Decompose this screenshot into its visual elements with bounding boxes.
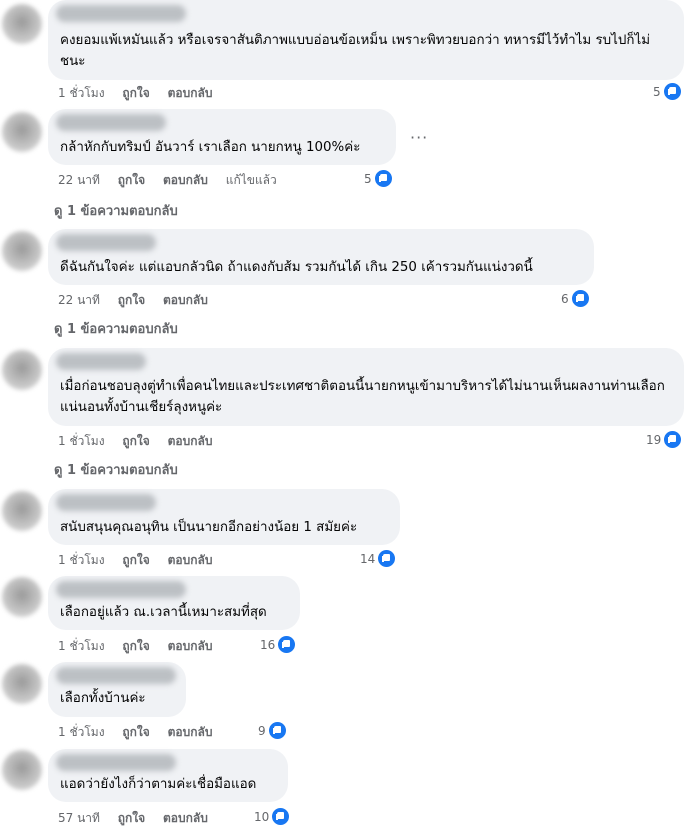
avatar[interactable]	[2, 491, 42, 531]
like-icon	[277, 635, 297, 654]
comment-meta: 22 นาที ถูกใจ ตอบกลับ	[58, 291, 222, 310]
avatar[interactable]	[2, 4, 42, 44]
reaction-count[interactable]: 14	[360, 549, 397, 568]
avatar[interactable]	[2, 577, 42, 617]
comment-meta: 57 นาที ถูกใจ ตอบกลับ	[58, 809, 222, 828]
reply-link[interactable]: ตอบกลับ	[163, 293, 208, 307]
comment-text: แอดว่ายังไงก็ว่าตามค่ะเชื่อมือแอด	[60, 777, 257, 792]
more-options-icon[interactable]: ···	[410, 128, 428, 147]
avatar[interactable]	[2, 112, 42, 152]
comment-time[interactable]: 57 นาที	[58, 811, 100, 825]
comment-text: กล้าหักกับทริมป์ อันวาร์ เราเลือก นายกหน…	[60, 140, 361, 155]
comment-bubble: แอดว่ายังไงก็ว่าตามค่ะเชื่อมือแอด	[48, 749, 288, 802]
reply-link[interactable]: ตอบกลับ	[168, 86, 213, 100]
like-icon	[377, 549, 397, 568]
comment-bubble: เมื่อก่อนชอบลุงตู่ทำเพื่อคนไทยและประเทศช…	[48, 348, 684, 426]
comment-bubble: สนับสนุนคุณอนุทิน เป็นนายกอีกอย่างน้อย 1…	[48, 489, 400, 545]
comment-meta: 1 ชั่วโมง ถูกใจ ตอบกลับ	[58, 432, 226, 451]
commenter-name-blurred[interactable]	[56, 234, 156, 251]
commenter-name-blurred[interactable]	[56, 114, 166, 131]
like-link[interactable]: ถูกใจ	[122, 434, 149, 448]
view-replies-link[interactable]: ดู 1 ข้อความตอบกลับ	[54, 318, 178, 339]
commenter-name-blurred[interactable]	[56, 494, 156, 511]
comment-time[interactable]: 1 ชั่วโมง	[58, 434, 105, 448]
view-replies-link[interactable]: ดู 1 ข้อความตอบกลับ	[54, 200, 178, 221]
comment-bubble: กล้าหักกับทริมป์ อันวาร์ เราเลือก นายกหน…	[48, 109, 396, 165]
commenter-name-blurred[interactable]	[56, 754, 176, 771]
like-link[interactable]: ถูกใจ	[118, 811, 145, 825]
reaction-count[interactable]: 19	[646, 430, 683, 449]
commenter-name-blurred[interactable]	[56, 667, 176, 684]
comment-text: คงยอมแพ้เหมันแล้ว หรือเจรจาสันติภาพแบบอ่…	[60, 33, 651, 69]
comment-time[interactable]: 1 ชั่วโมง	[58, 725, 105, 739]
comment-bubble: ดีฉันกันใจค่ะ แต่แอบกลัวนิด ถ้าแดงกับส้ม…	[48, 229, 594, 285]
like-icon	[570, 289, 590, 308]
avatar[interactable]	[2, 350, 42, 390]
comment-time[interactable]: 1 ชั่วโมง	[58, 553, 105, 567]
like-icon	[267, 721, 287, 740]
like-link[interactable]: ถูกใจ	[118, 173, 145, 187]
reply-link[interactable]: ตอบกลับ	[168, 434, 213, 448]
comment-bubble: เลือกทั้งบ้านค่ะ	[48, 662, 186, 717]
comment-text: เลือกทั้งบ้านค่ะ	[60, 691, 146, 706]
comment-time[interactable]: 1 ชั่วโมง	[58, 86, 105, 100]
comment-text: เลือกอยู่แล้ว ณ.เวลานี้เหมาะสมที่สุด	[60, 605, 267, 620]
comment-bubble: คงยอมแพ้เหมันแล้ว หรือเจรจาสันติภาพแบบอ่…	[48, 0, 684, 80]
edited-label: แก้ไขแล้ว	[225, 173, 277, 187]
reply-link[interactable]: ตอบกลับ	[163, 173, 208, 187]
like-link[interactable]: ถูกใจ	[122, 553, 149, 567]
like-link[interactable]: ถูกใจ	[122, 86, 149, 100]
comment-meta: 1 ชั่วโมง ถูกใจ ตอบกลับ	[58, 551, 226, 570]
reaction-count[interactable]: 6	[561, 289, 590, 308]
comment-meta: 22 นาที ถูกใจ ตอบกลับ แก้ไขแล้ว	[58, 171, 291, 190]
like-link[interactable]: ถูกใจ	[118, 293, 145, 307]
reaction-count[interactable]: 10	[254, 807, 291, 826]
reaction-count[interactable]: 5	[653, 82, 682, 101]
avatar[interactable]	[2, 750, 42, 790]
comment-text: สนับสนุนคุณอนุทิน เป็นนายกอีกอย่างน้อย 1…	[60, 520, 358, 535]
reply-link[interactable]: ตอบกลับ	[168, 553, 213, 567]
comment-meta: 1 ชั่วโมง ถูกใจ ตอบกลับ	[58, 84, 226, 103]
like-icon	[663, 430, 683, 449]
commenter-name-blurred[interactable]	[56, 5, 186, 22]
avatar[interactable]	[2, 231, 42, 271]
comment-meta: 1 ชั่วโมง ถูกใจ ตอบกลับ	[58, 637, 226, 656]
like-icon	[662, 82, 682, 101]
reaction-count[interactable]: 9	[258, 721, 287, 740]
like-link[interactable]: ถูกใจ	[122, 639, 149, 653]
comment-bubble: เลือกอยู่แล้ว ณ.เวลานี้เหมาะสมที่สุด	[48, 576, 300, 630]
comment-time[interactable]: 22 นาที	[58, 173, 100, 187]
comment-meta: 1 ชั่วโมง ถูกใจ ตอบกลับ	[58, 723, 226, 742]
view-replies-link[interactable]: ดู 1 ข้อความตอบกลับ	[54, 459, 178, 480]
comment-time[interactable]: 22 นาที	[58, 293, 100, 307]
reaction-count[interactable]: 16	[260, 635, 297, 654]
like-link[interactable]: ถูกใจ	[122, 725, 149, 739]
commenter-name-blurred[interactable]	[56, 581, 186, 598]
reply-link[interactable]: ตอบกลับ	[168, 639, 213, 653]
reaction-count[interactable]: 5	[364, 169, 393, 188]
like-icon	[373, 169, 393, 188]
avatar[interactable]	[2, 664, 42, 704]
comment-text: เมื่อก่อนชอบลุงตู่ทำเพื่อคนไทยและประเทศช…	[60, 379, 665, 415]
reply-link[interactable]: ตอบกลับ	[163, 811, 208, 825]
commenter-name-blurred[interactable]	[56, 353, 146, 370]
reply-link[interactable]: ตอบกลับ	[168, 725, 213, 739]
comment-time[interactable]: 1 ชั่วโมง	[58, 639, 105, 653]
like-icon	[271, 807, 291, 826]
comment-text: ดีฉันกันใจค่ะ แต่แอบกลัวนิด ถ้าแดงกับส้ม…	[60, 260, 533, 275]
